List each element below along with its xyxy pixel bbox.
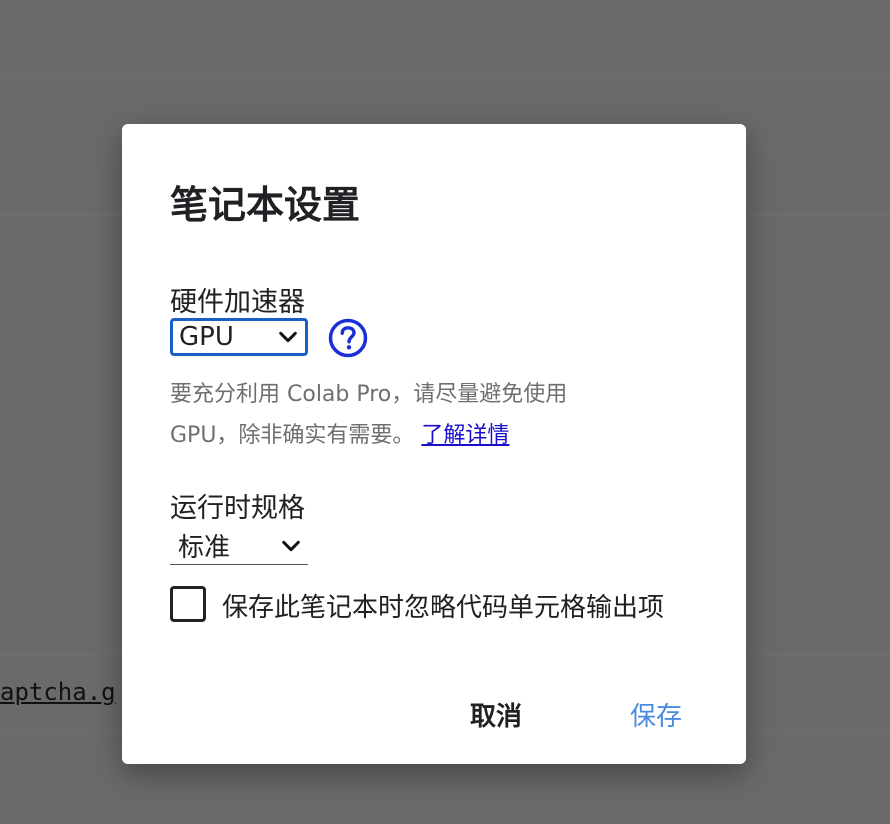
dialog-title: 笔记本设置 xyxy=(170,183,361,227)
runtime-shape-select[interactable]: 标准 xyxy=(170,527,308,565)
learn-more-link[interactable]: 了解详情 xyxy=(421,423,509,448)
omit-output-checkbox[interactable] xyxy=(170,586,206,622)
question-circle-icon[interactable] xyxy=(328,318,368,358)
runtime-shape-label: 运行时规格 xyxy=(170,493,305,524)
notebook-settings-dialog: 笔记本设置 硬件加速器 GPU 要充分利用 Colab Pro，请尽量避免使用 … xyxy=(122,124,746,764)
gpu-usage-description: 要充分利用 Colab Pro，请尽量避免使用 GPU，除非确实有需要。 了解详… xyxy=(170,374,640,456)
hardware-accelerator-select[interactable]: GPU xyxy=(170,318,308,356)
save-button[interactable]: 保存 xyxy=(630,696,682,733)
cancel-button[interactable]: 取消 xyxy=(470,696,522,733)
runtime-shape-value: 标准 xyxy=(178,533,231,563)
hardware-accelerator-label: 硬件加速器 xyxy=(170,287,305,318)
omit-output-label[interactable]: 保存此笔记本时忽略代码单元格输出项 xyxy=(222,587,664,624)
hardware-accelerator-value: GPU xyxy=(179,322,234,352)
chevron-down-icon xyxy=(282,540,300,551)
background-code-fragment: aptcha.g xyxy=(0,678,116,706)
background-stripe xyxy=(0,76,890,77)
chevron-down-icon xyxy=(279,331,297,343)
